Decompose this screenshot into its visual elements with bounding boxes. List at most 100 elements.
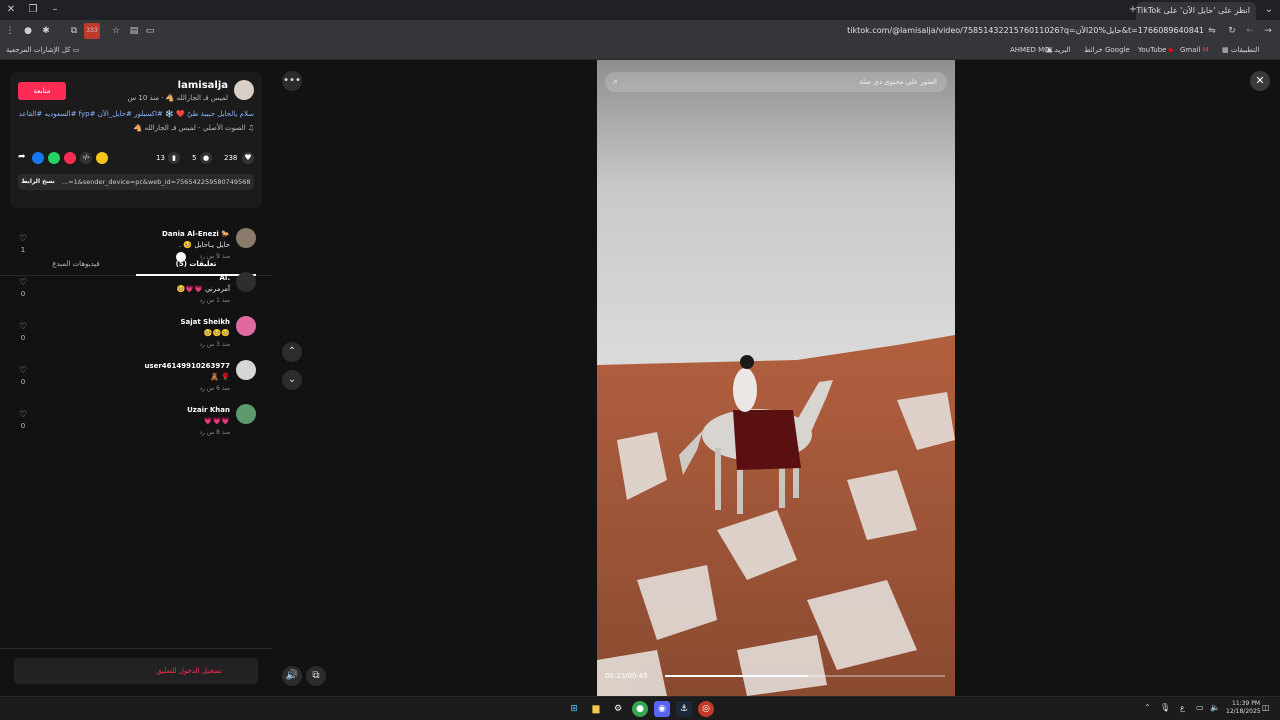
bookmark-icon[interactable]: ▮ — [168, 152, 180, 164]
comment-like-icon[interactable]: ♡ — [16, 278, 30, 288]
bookmark-item[interactable]: خرائط Google — [1084, 46, 1130, 54]
back-icon[interactable]: → — [1260, 23, 1276, 39]
discord-icon[interactable]: ◉ — [654, 701, 670, 717]
comment-meta[interactable]: منذ 3 س رد — [199, 341, 230, 348]
more-options-icon[interactable]: ••• — [282, 71, 302, 91]
comment-author[interactable]: Uzair Khan — [187, 406, 230, 414]
bookmark-item[interactable]: ▦ التطبيقات — [1222, 46, 1259, 54]
side-panel-icon[interactable]: ▤ — [126, 23, 142, 39]
sound-label[interactable]: ♫ الصوت الأصلي - لميس فـ الجارالله 🐴 — [134, 124, 254, 132]
comment-like-count: 0 — [20, 378, 26, 386]
comment-avatar[interactable] — [236, 404, 256, 424]
clock[interactable]: 11:39 PM 12/18/2025 — [1226, 700, 1261, 716]
app-icon[interactable]: ◎ — [698, 701, 714, 717]
comment-author[interactable]: user46149910263977 — [144, 362, 230, 370]
likes-count: 238 — [224, 154, 238, 162]
language-indicator[interactable]: ع — [1180, 703, 1185, 712]
comment-like-icon[interactable]: ♡ — [16, 234, 30, 244]
site-settings-icon[interactable]: ⇋ — [1204, 23, 1220, 39]
bookmark-item[interactable]: Gmail M — [1180, 46, 1209, 54]
facebook-icon[interactable] — [32, 152, 44, 164]
restore-window-icon[interactable]: ❐ — [22, 0, 44, 20]
comment-author[interactable]: 🐎 Dania Al-Enezi — [162, 230, 230, 238]
comment-avatar[interactable] — [236, 360, 256, 380]
author-username[interactable]: lamisalja — [178, 80, 228, 91]
author-avatar[interactable] — [234, 80, 254, 100]
volume-icon[interactable]: 🔊 — [282, 666, 302, 686]
tiktok-share-icon[interactable] — [64, 152, 76, 164]
gmail-icon: M — [1202, 46, 1209, 54]
coin-icon[interactable] — [96, 152, 108, 164]
profile-icon[interactable]: ● — [20, 23, 36, 39]
reload-icon[interactable]: ↻ — [1224, 23, 1240, 39]
follow-button[interactable]: متابعة — [18, 82, 66, 100]
url-text: tiktok.com/@lamisalja/video/758514322157… — [847, 26, 1204, 35]
next-video-icon[interactable]: ⌄ — [282, 370, 302, 390]
file-explorer-icon[interactable]: ▆ — [588, 701, 604, 717]
tray-chevron-icon[interactable]: ⌃ — [1144, 703, 1151, 712]
caption-text[interactable]: سلام يالحايل حبيبة طيّ ❤️ ❄️ #اكسبلور #ح… — [19, 110, 254, 118]
video-progress-bar[interactable] — [665, 675, 945, 677]
video-search-input[interactable]: العثور على محتوى ذي صلة ⌕ — [605, 72, 947, 92]
creator-reaction-icon — [176, 252, 186, 262]
extension-icon[interactable]: ✱ — [38, 23, 54, 39]
comment-meta[interactable]: منذ 8 س رد — [199, 429, 230, 436]
settings-gear-icon[interactable]: ⚙ — [610, 701, 626, 717]
video-time: 00:23/00:45 — [605, 672, 648, 680]
minimize-window-icon[interactable]: – — [44, 0, 66, 20]
comment-avatar[interactable] — [236, 316, 256, 336]
comment-icon[interactable]: ● — [200, 152, 212, 164]
comment-avatar[interactable] — [236, 228, 256, 248]
login-to-comment-button[interactable]: تسجيل الدخول للتعليق — [14, 658, 258, 684]
floating-player-icon[interactable]: ⧉ — [306, 666, 326, 686]
cast-icon[interactable]: ▭ — [142, 23, 158, 39]
menu-icon[interactable]: ⋮ — [2, 23, 18, 39]
comment-meta[interactable]: منذ 6 س رد — [199, 385, 230, 392]
bookmark-item[interactable]: YouTube ▶ — [1138, 46, 1174, 54]
embed-icon[interactable]: ‹/› — [80, 152, 92, 164]
bookmark-star-icon[interactable]: ☆ — [108, 23, 124, 39]
comment-like-icon[interactable]: ♡ — [16, 322, 30, 332]
bookmarks-bar: كل الإشارات المرجعية ▭ AHMED MO... ▣ الب… — [0, 42, 1280, 60]
extensions-puzzle-icon[interactable]: ⧉ — [66, 23, 82, 39]
tab-search-icon[interactable]: ⌄ — [1258, 0, 1280, 20]
address-bar[interactable]: tiktok.com/@lamisalja/video/758514322157… — [160, 22, 1220, 40]
video-progress-fill — [665, 675, 808, 677]
forward-icon[interactable]: ← — [1242, 23, 1258, 39]
comment-meta[interactable]: منذ 9 س رد — [199, 253, 230, 260]
comment-meta[interactable]: منذ 1 س رد — [199, 297, 230, 304]
close-window-icon[interactable]: ✕ — [0, 0, 22, 20]
comments-panel: متابعة lamisalja لميس فـ الجارالله 🐴 · م… — [0, 60, 272, 696]
author-subtitle: لميس فـ الجارالله 🐴 · منذ 10 س — [127, 94, 228, 102]
chrome-icon[interactable]: ● — [632, 701, 648, 717]
notifications-icon[interactable]: ◫ — [1262, 703, 1270, 712]
extension-badge-icon[interactable]: 333 — [84, 23, 100, 39]
microphone-icon[interactable]: 🎙 — [1160, 703, 1170, 712]
share-icon[interactable]: ➦ — [18, 152, 26, 162]
comment-author[interactable]: .Al — [220, 274, 231, 282]
steam-icon[interactable]: ⚓ — [676, 701, 692, 717]
speaker-icon[interactable]: 🔈 — [1210, 703, 1220, 712]
video-frame — [597, 60, 955, 696]
bookmark-item[interactable]: ▣ البريد — [1046, 46, 1071, 54]
copy-link-button[interactable]: نسخ الرابط — [18, 174, 58, 190]
previous-video-icon[interactable]: ⌃ — [282, 342, 302, 362]
comment-text: آمرمرني 💗💗🥺 — [176, 285, 230, 293]
comment-item: Sajat Sheikh 🥺🥺🥺 منذ 3 س رد ♡ 0 — [0, 316, 272, 360]
comment-avatar[interactable] — [236, 272, 256, 292]
browser-tab[interactable]: انظر على 'حايل الآن' على TikTok — [1136, 2, 1256, 20]
close-icon[interactable]: ✕ — [1250, 71, 1270, 91]
comment-author[interactable]: Sajat Sheikh — [181, 318, 230, 326]
heart-icon[interactable]: ♥ — [242, 152, 254, 164]
share-link-text[interactable]: ...=1&sender_device=pc&web_id=7565422595… — [62, 174, 250, 190]
start-icon[interactable]: ⊞ — [566, 701, 582, 717]
whatsapp-icon[interactable] — [48, 152, 60, 164]
comment-item: 🐎 Dania Al-Enezi حايل يـاحايل 🥺 . منذ 9 … — [0, 228, 272, 272]
network-icon[interactable]: ▭ — [1196, 703, 1204, 712]
comment-item: Uzair Khan 💗💗💗 منذ 8 س رد ♡ 0 — [0, 404, 272, 448]
link-box: نسخ الرابط ...=1&sender_device=pc&web_id… — [18, 174, 254, 190]
all-bookmarks-link[interactable]: كل الإشارات المرجعية ▭ — [6, 46, 79, 54]
comment-like-icon[interactable]: ♡ — [16, 366, 30, 376]
comment-like-icon[interactable]: ♡ — [16, 410, 30, 420]
video-player[interactable]: العثور على محتوى ذي صلة ⌕ 00:23/00:45 — [597, 60, 955, 696]
